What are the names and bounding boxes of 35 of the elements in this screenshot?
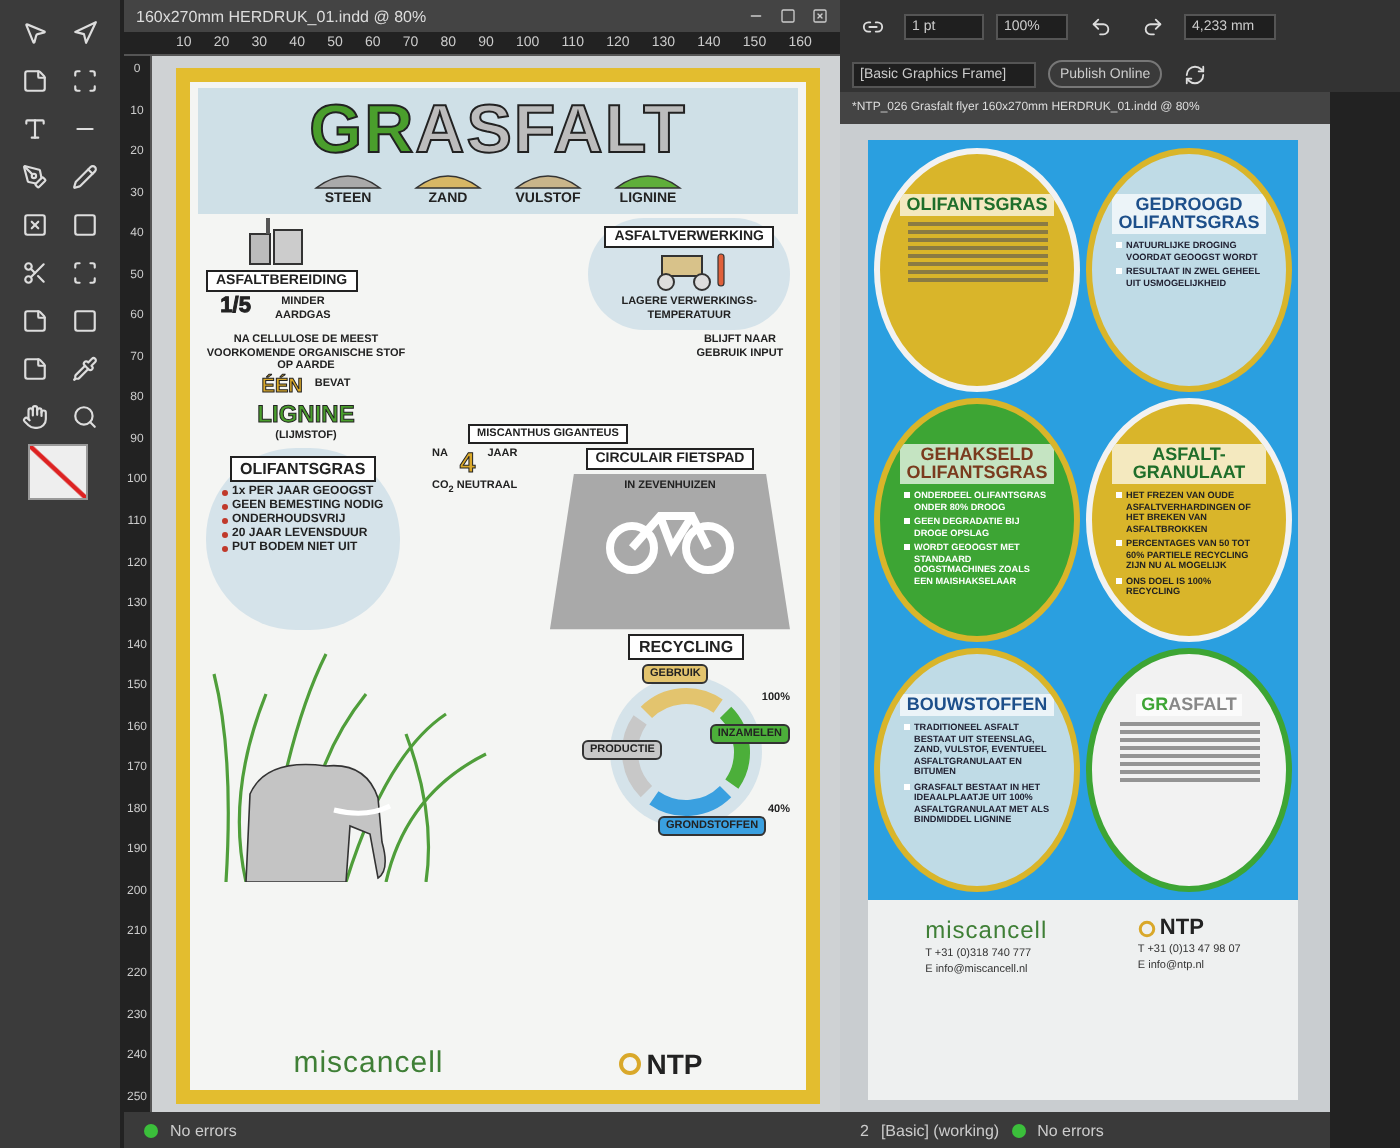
fill-stroke-swatch[interactable] [28,444,88,500]
miscancell-logo: miscancell [293,1046,444,1080]
status-text: No errors [170,1121,237,1139]
ntp-logo: NTP [1137,916,1241,940]
mound-icon [614,170,682,190]
text-lines-drawing [907,222,1047,282]
status-text: No errors [1037,1121,1104,1139]
section-label: OLIFANTSGRAS [230,455,376,482]
circle-title: GRASFALT [1135,694,1243,716]
title-accent: GR [309,96,416,164]
status-dot-icon [1011,1123,1026,1137]
years-number: 4 [459,447,476,476]
mound-icon [414,170,482,190]
lignine-word: LIGNINE [257,401,355,426]
maximize-icon[interactable] [780,8,796,24]
window-title: 160x270mm HERDRUK_01.indd @ 80% [136,7,427,25]
circle-title: ASFALT-GRANULAAT [1112,444,1266,484]
status-dot-icon [144,1123,158,1137]
page-number: 2 [860,1121,869,1139]
text-lines-drawing [1119,722,1259,782]
mound-icon [314,170,382,190]
circle-title: OLIFANTSGRAS [900,194,1054,216]
circle-title: GEDROOGD OLIFANTSGRAS [1112,194,1266,234]
poster-title: ASFALT [415,96,687,164]
close-icon[interactable] [812,8,828,24]
style-text: [Basic] (working) [880,1121,1000,1139]
ntp-logo: NTP [618,1047,703,1079]
miscancell-logo: miscancell [925,916,1048,944]
document-tab[interactable]: 160x270mm HERDRUK_01.indd @ 80% [124,0,840,32]
section-label: RECYCLING [628,633,744,660]
mound-icon [514,170,582,190]
circle-title: BOUWSTOFFEN [900,694,1054,716]
fraction-text: 1/5 [220,296,251,322]
circle-title: GEHAKSELD OLIFANTSGRAS [900,444,1054,484]
lignine-prefix: ÉÉN [261,377,303,398]
